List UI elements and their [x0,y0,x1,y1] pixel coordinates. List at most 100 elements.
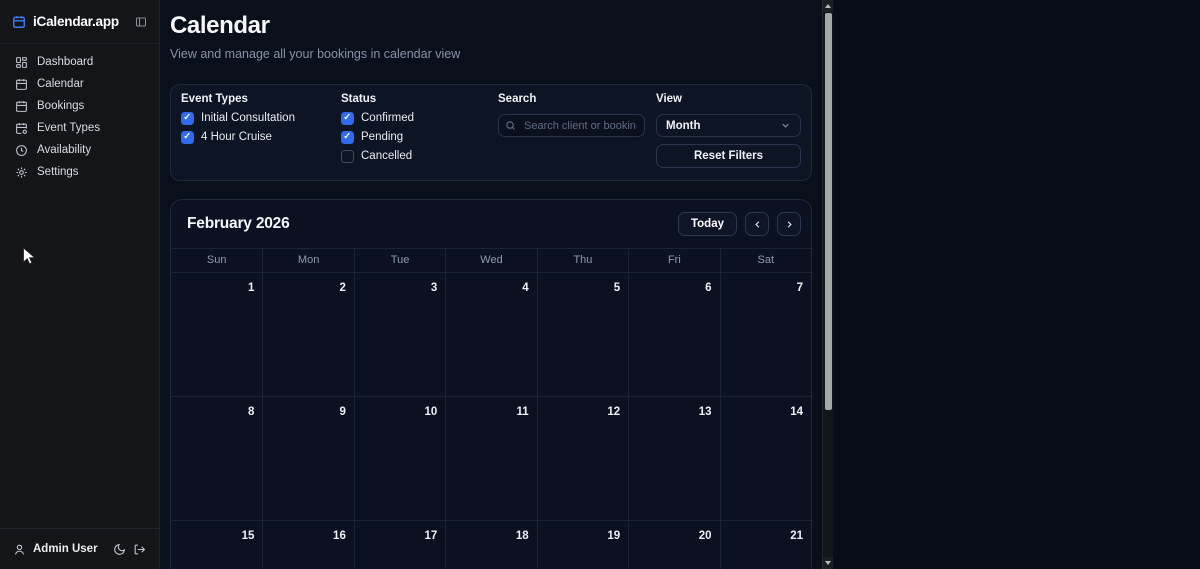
day-cell[interactable]: 15 [171,521,262,569]
search-field-wrap [498,114,645,137]
day-cell[interactable]: 7 [720,273,811,396]
day-cell[interactable]: 1 [171,273,262,396]
reset-filters-button[interactable]: Reset Filters [656,144,801,168]
sidebar-item-label: Event Types [37,122,100,134]
day-cell[interactable]: 8 [171,397,262,520]
checkbox-label: Confirmed [361,112,414,124]
view-select[interactable]: Month [656,114,801,137]
day-number: 16 [333,530,346,542]
day-cell[interactable]: 21 [720,521,811,569]
gear-icon [15,166,28,179]
checkbox-unchecked-icon[interactable] [341,150,354,163]
checkbox-cancelled[interactable]: Cancelled [341,149,498,163]
checkbox-label: Initial Consultation [201,112,295,124]
weekday-label: Tue [354,249,445,272]
day-number: 2 [339,282,345,294]
today-button[interactable]: Today [678,212,737,236]
sidebar-item-dashboard[interactable]: Dashboard [0,51,159,73]
chevron-left-icon [752,219,763,230]
checkbox-label: Cancelled [361,150,412,162]
main-content: Calendar View and manage all your bookin… [160,0,822,569]
day-cell[interactable]: 20 [628,521,719,569]
day-cell[interactable]: 13 [628,397,719,520]
sidebar-item-bookings[interactable]: Bookings [0,95,159,117]
calendar-icon [15,78,28,91]
day-number: 11 [517,406,529,418]
weekday-label: Fri [628,249,719,272]
search-icon [505,120,516,131]
sidebar-item-label: Bookings [37,100,84,112]
sidebar-item-label: Availability [37,144,91,156]
filter-view: View Month Reset Filters [656,93,801,168]
day-number: 8 [248,406,254,418]
scroll-down-button[interactable] [823,557,833,569]
arrow-up-icon [825,4,831,8]
checkbox-checked-icon[interactable] [181,112,194,125]
prev-month-button[interactable] [745,212,769,236]
weekday-label: Sat [720,249,811,272]
checkbox-checked-icon[interactable] [181,131,194,144]
vertical-scrollbar[interactable] [822,0,833,569]
checkbox-initial-consultation[interactable]: Initial Consultation [181,111,341,125]
checkbox-checked-icon[interactable] [341,131,354,144]
view-select-value: Month [666,120,700,132]
day-number: 5 [614,282,620,294]
chevron-right-icon [784,219,795,230]
day-cell[interactable]: 14 [720,397,811,520]
sidebar-header: iCalendar.app [0,0,159,44]
day-cell[interactable]: 16 [262,521,353,569]
weekday-label: Mon [262,249,353,272]
theme-toggle-button[interactable] [113,543,126,556]
day-cell[interactable]: 17 [354,521,445,569]
day-cell[interactable]: 9 [262,397,353,520]
sidebar-item-availability[interactable]: Availability [0,139,159,161]
day-cell[interactable]: 4 [445,273,536,396]
day-cell[interactable]: 6 [628,273,719,396]
day-cell[interactable]: 12 [537,397,628,520]
sidebar: iCalendar.app Dashboard Calendar Booking… [0,0,160,569]
sidebar-item-label: Dashboard [37,56,93,68]
day-cell[interactable]: 11 [445,397,536,520]
day-cell[interactable]: 3 [354,273,445,396]
day-cell[interactable]: 2 [262,273,353,396]
day-cell[interactable]: 19 [537,521,628,569]
checkbox-confirmed[interactable]: Confirmed [341,111,498,125]
day-number: 10 [424,406,437,418]
sidebar-collapse-icon[interactable] [135,16,147,28]
status-label: Status [341,93,498,106]
sidebar-item-settings[interactable]: Settings [0,161,159,183]
brand-calendar-icon [12,15,26,29]
weekday-header-row: Sun Mon Tue Wed Thu Fri Sat [171,248,811,273]
day-number: 1 [248,282,254,294]
calendar-month-title: February 2026 [187,215,290,233]
scrollbar-thumb[interactable] [825,13,832,410]
clock-icon [15,144,28,157]
day-cell[interactable]: 5 [537,273,628,396]
arrow-down-icon [825,561,831,565]
checkbox-pending[interactable]: Pending [341,130,498,144]
sidebar-item-event-types[interactable]: Event Types [0,117,159,139]
event-types-label: Event Types [181,93,341,106]
weekday-label: Wed [445,249,536,272]
next-month-button[interactable] [777,212,801,236]
search-input[interactable] [498,114,645,137]
day-number: 3 [431,282,437,294]
calendar-panel: February 2026 Today Sun Mon Tue Wed Thu … [170,199,812,569]
sidebar-nav: Dashboard Calendar Bookings Event Types … [0,44,159,190]
day-cell[interactable]: 10 [354,397,445,520]
scroll-up-button[interactable] [823,0,833,12]
calendar-week-row: 8 9 10 11 12 13 14 [171,397,811,521]
day-number: 12 [607,406,620,418]
calendar-header: February 2026 Today [171,200,811,248]
day-cell[interactable]: 18 [445,521,536,569]
checkbox-4-hour-cruise[interactable]: 4 Hour Cruise [181,130,341,144]
sidebar-item-calendar[interactable]: Calendar [0,73,159,95]
dashboard-icon [15,56,28,69]
moon-icon [113,543,126,556]
day-number: 7 [797,282,803,294]
logout-button[interactable] [133,543,146,556]
checkbox-checked-icon[interactable] [341,112,354,125]
sidebar-item-label: Calendar [37,78,84,90]
day-number: 18 [516,530,529,542]
weekday-label: Sun [171,249,262,272]
